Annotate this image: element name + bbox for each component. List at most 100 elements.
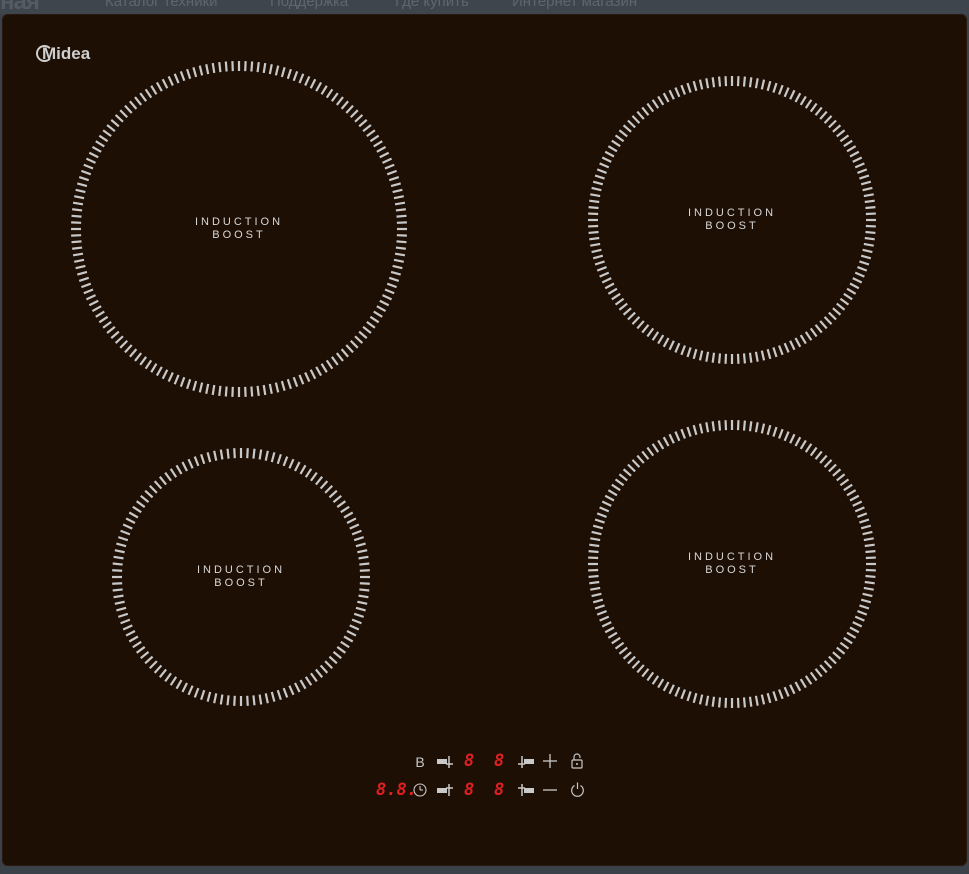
ring-tick-mark [680,428,686,439]
ring-tick-mark [814,450,823,460]
ring-tick-mark [832,651,842,660]
ring-tick-mark [335,96,344,106]
ring-tick-mark [114,114,124,123]
zone-select-icon[interactable] [437,784,453,796]
ring-tick-mark [783,87,790,98]
minus-icon[interactable] [543,783,557,797]
ring-tick-mark [760,423,766,434]
ring-tick-mark [128,511,139,519]
ring-tick-mark [839,134,850,143]
nav-link-support[interactable]: Поддержка [270,0,348,10]
ring-tick-mark [622,124,632,133]
ring-tick-mark [357,600,368,605]
ring-tick-mark [219,694,224,705]
ring-tick-mark [607,145,618,153]
ring-tick-mark [113,555,124,560]
lock-icon[interactable] [571,753,583,769]
ring-tick-mark [760,350,766,361]
ring-tick-mark [862,248,873,254]
ring-tick-mark [601,500,612,507]
ring-tick-mark [636,454,645,464]
ring-tick-mark [601,621,612,628]
ring-tick-mark [120,618,131,625]
zone-select-icon[interactable] [518,756,534,768]
nav-link-where-to-buy[interactable]: Где купить [395,0,469,10]
ring-tick-mark [128,635,139,643]
zone-label-line2: BOOST [212,229,266,241]
ring-tick-mark [819,664,828,674]
ring-tick-mark [591,186,602,192]
ring-tick-mark [256,385,260,396]
ring-tick-mark [78,176,90,182]
ring-tick-mark [646,102,655,113]
timer-icon[interactable] [413,783,427,797]
ring-tick-mark [864,236,875,241]
ring-tick-mark [346,630,357,637]
ring-tick-mark [299,464,307,475]
ring-tick-mark [799,334,807,345]
ring-tick-mark [698,423,704,434]
ring-tick-mark [250,61,254,72]
ring-tick-mark [836,646,846,655]
ring-tick-mark [836,129,846,138]
ring-tick-mark [353,612,365,618]
ring-tick-mark [860,598,872,604]
ring-tick-mark [124,104,133,114]
ring-tick-mark [224,386,228,397]
ring-tick-mark [351,618,362,625]
ring-tick-mark [286,68,292,80]
zone-select-icon[interactable] [437,756,453,768]
ring-tick-mark [213,450,218,461]
ring-tick-mark [631,115,641,124]
ring-tick-mark [309,78,317,89]
ring-tick-mark [218,62,222,73]
ring-tick-mark [91,145,102,153]
ring-tick-mark [846,489,857,497]
ring-tick-mark [864,580,875,585]
ring-tick-mark [843,292,853,301]
nav-link-online-store[interactable]: Интернет магазин [512,0,637,10]
ring-tick-mark [268,383,273,394]
ring-tick-mark [760,694,766,705]
ring-tick-mark [124,344,133,354]
ring-tick-mark [591,248,602,254]
ring-tick-mark [320,363,328,373]
ring-tick-mark [349,624,360,631]
plus-icon[interactable] [543,754,557,768]
ring-tick-mark [717,697,722,708]
ring-tick-mark [376,145,387,153]
induction-cooktop-image: Midea INDUCTION BOOST INDUCTION BOOST IN… [2,14,967,866]
ring-tick-mark [270,691,276,702]
ring-tick-mark [607,631,618,639]
ring-tick-mark [711,77,716,88]
ring-tick-mark [828,655,837,665]
ring-tick-mark [117,612,129,618]
ring-tick-mark [832,468,842,477]
ring-tick-mark [75,188,86,194]
ring-tick-mark [362,124,372,133]
ring-tick-mark [662,337,670,348]
ring-tick-mark [766,424,772,436]
ring-tick-mark [357,549,368,554]
nav-link-catalog[interactable]: Каталог техники [105,0,218,10]
ring-tick-mark [149,485,158,494]
ring-tick-mark [161,369,169,380]
zone-label-line2: BOOST [705,564,759,576]
ring-tick-mark [304,75,311,86]
ring-tick-mark [590,586,601,591]
ring-tick-mark [150,85,158,95]
ring-tick-mark [81,282,92,289]
ring-tick-mark [668,340,675,351]
ring-tick-mark [72,252,84,257]
ring-tick-mark [589,199,600,204]
ring-tick-mark [594,174,605,180]
ring-tick-mark [742,697,747,708]
zone-select-icon[interactable] [518,784,534,796]
ring-tick-mark [382,294,393,301]
ring-tick-mark [836,302,846,311]
boost-button[interactable]: B [414,754,426,770]
power-icon[interactable] [570,782,585,797]
ring-tick-mark [599,506,610,513]
ring-tick-mark [264,450,269,461]
ring-tick-mark [226,695,230,706]
